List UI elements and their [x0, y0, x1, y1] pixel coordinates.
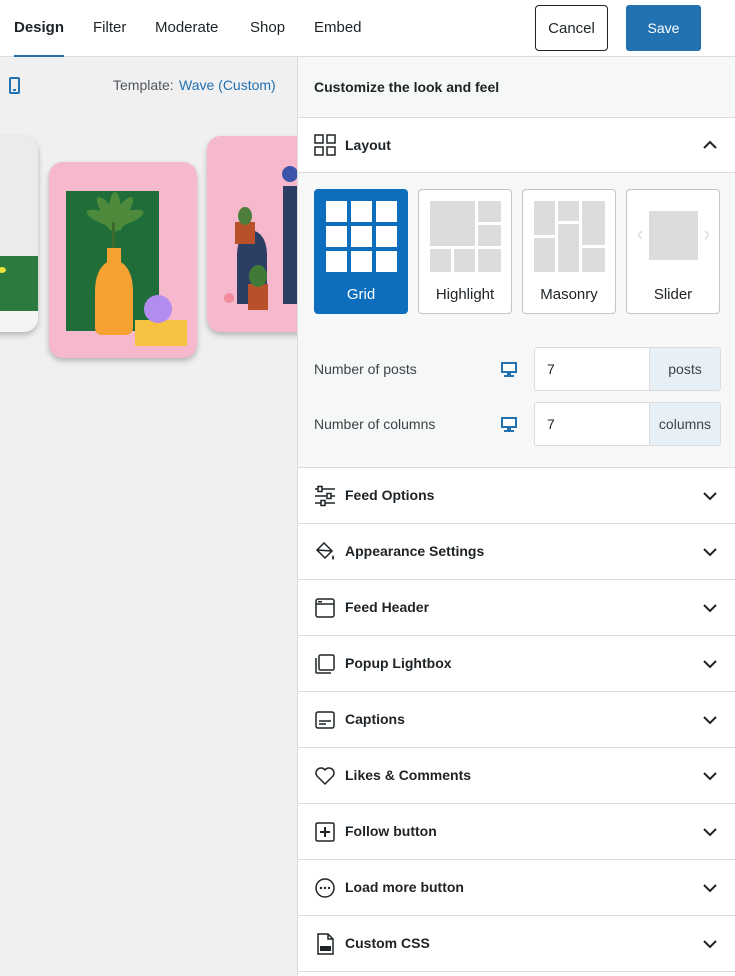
- post-image: [0, 136, 38, 332]
- section-label: Captions: [345, 711, 405, 727]
- top-bar: Design Filter Moderate Shop Embed Cancel…: [0, 0, 735, 57]
- grid-thumbnail-icon: [326, 201, 397, 272]
- chevron-down-icon[interactable]: [702, 824, 718, 840]
- section-custom-css[interactable]: Custom CSS: [298, 916, 735, 972]
- section-load-more-button[interactable]: Load more button: [298, 860, 735, 916]
- paint-bucket-icon: [315, 541, 334, 560]
- post-image: [207, 136, 297, 332]
- number-of-posts-label: Number of posts: [314, 361, 417, 377]
- chevron-down-icon[interactable]: [702, 712, 718, 728]
- chevron-down-icon[interactable]: [702, 600, 718, 616]
- section-captions[interactable]: Captions: [298, 692, 735, 748]
- sliders-icon: [315, 485, 335, 507]
- section-label: Load more button: [345, 879, 464, 895]
- section-label: Popup Lightbox: [345, 655, 452, 671]
- section-label: Appearance Settings: [345, 543, 485, 559]
- chevron-down-icon[interactable]: [702, 936, 718, 952]
- section-likes-comments[interactable]: Likes & Comments: [298, 748, 735, 804]
- section-label: Custom CSS: [345, 935, 430, 951]
- layout-option-masonry[interactable]: Masonry: [522, 189, 616, 314]
- post-image: [49, 162, 197, 358]
- number-of-columns-input[interactable]: [534, 402, 649, 446]
- cancel-button[interactable]: Cancel: [535, 5, 608, 51]
- template-link[interactable]: Wave (Custom): [179, 77, 276, 93]
- desktop-monitor-icon[interactable]: [500, 360, 518, 378]
- layout-option-label: Grid: [346, 286, 376, 303]
- plus-box-icon: [315, 822, 335, 842]
- stacked-pages-icon: [315, 654, 335, 674]
- tab-shop[interactable]: Shop: [250, 0, 285, 57]
- posts-unit-label: posts: [649, 347, 721, 391]
- section-follow-button[interactable]: Follow button: [298, 804, 735, 860]
- number-of-columns-label: Number of columns: [314, 416, 436, 432]
- section-appearance-settings[interactable]: Appearance Settings: [298, 524, 735, 580]
- section-label: Likes & Comments: [345, 767, 472, 783]
- tab-embed[interactable]: Embed: [314, 0, 362, 57]
- chevron-down-icon[interactable]: [702, 656, 718, 672]
- chevron-down-icon[interactable]: [702, 488, 718, 504]
- customizer-sidebar: Customize the look and feel Layout Grid: [297, 57, 735, 976]
- caption-icon: [315, 711, 335, 729]
- preview-post-card[interactable]: [207, 136, 297, 332]
- tab-design[interactable]: Design: [14, 0, 65, 57]
- section-label: Feed Options: [345, 487, 435, 503]
- css-file-icon: [317, 933, 334, 955]
- template-label: Template:: [113, 77, 174, 93]
- section-feed-options[interactable]: Feed Options: [298, 468, 735, 524]
- number-of-posts-input[interactable]: [534, 347, 649, 391]
- section-popup-lightbox[interactable]: Popup Lightbox: [298, 636, 735, 692]
- save-button[interactable]: Save: [626, 5, 701, 51]
- feed-preview: Template: Wave (Custom): [0, 57, 297, 976]
- section-label: Feed Header: [345, 599, 430, 615]
- columns-unit-label: columns: [649, 402, 721, 446]
- tab-moderate[interactable]: Moderate: [155, 0, 218, 57]
- preview-post-card[interactable]: [49, 162, 197, 358]
- slider-thumbnail-icon: [638, 211, 709, 260]
- layout-option-highlight[interactable]: Highlight: [418, 189, 512, 314]
- more-dots-icon: [315, 878, 335, 898]
- mobile-device-icon[interactable]: [9, 77, 20, 94]
- layout-option-grid[interactable]: Grid: [314, 189, 408, 314]
- tab-filter[interactable]: Filter: [93, 0, 126, 57]
- section-label: Follow button: [345, 823, 437, 839]
- desktop-monitor-icon[interactable]: [500, 415, 518, 433]
- layout-option-slider[interactable]: Slider: [626, 189, 720, 314]
- chevron-down-icon[interactable]: [702, 880, 718, 896]
- browser-window-icon: [315, 598, 335, 618]
- chevron-up-icon[interactable]: [702, 137, 718, 153]
- chevron-down-icon[interactable]: [702, 768, 718, 784]
- masonry-thumbnail-icon: [534, 201, 605, 272]
- section-layout-header[interactable]: Layout: [298, 118, 735, 173]
- heart-icon: [315, 767, 335, 785]
- grid-layout-icon: [314, 134, 336, 156]
- section-feed-header[interactable]: Feed Header: [298, 580, 735, 636]
- chevron-down-icon[interactable]: [702, 544, 718, 560]
- layout-option-label: Highlight: [435, 286, 495, 303]
- layout-option-label: Slider: [653, 286, 693, 303]
- preview-post-card[interactable]: [0, 136, 38, 332]
- layout-panel: Grid Highlight Masonry Slider Number of …: [298, 173, 735, 468]
- highlight-thumbnail-icon: [430, 201, 501, 272]
- layout-option-label: Masonry: [540, 286, 598, 303]
- customizer-title: Customize the look and feel: [314, 79, 500, 95]
- customizer-header: Customize the look and feel: [298, 57, 735, 118]
- section-layout-label: Layout: [345, 137, 391, 153]
